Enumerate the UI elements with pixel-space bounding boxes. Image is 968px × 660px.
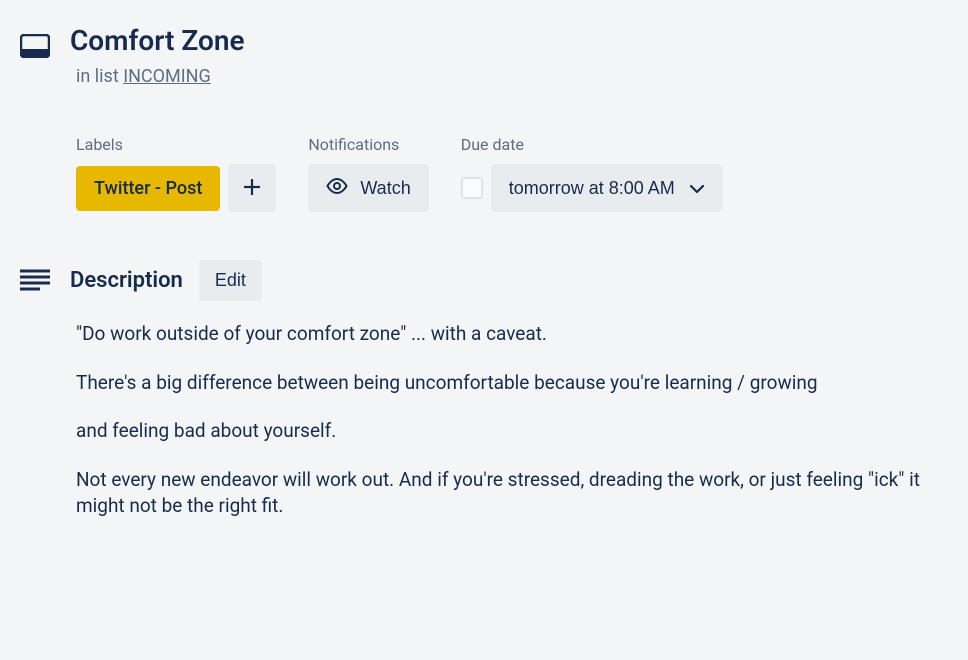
- label-chip[interactable]: Twitter - Post: [76, 166, 220, 211]
- notifications-heading: Notifications: [308, 135, 428, 154]
- due-date-button[interactable]: tomorrow at 8:00 AM: [491, 164, 723, 212]
- chevron-down-icon: [689, 178, 705, 199]
- description-paragraph: Not every new endeavor will work out. An…: [76, 467, 944, 520]
- add-label-button[interactable]: [228, 164, 276, 212]
- watch-button[interactable]: Watch: [308, 164, 428, 212]
- notifications-controls: Watch: [308, 164, 428, 212]
- watch-label: Watch: [360, 178, 410, 199]
- plus-icon: [242, 172, 262, 204]
- labels-controls: Twitter - Post: [76, 164, 276, 212]
- due-date-group: Due date tomorrow at 8:00 AM: [461, 135, 723, 212]
- edit-description-button[interactable]: Edit: [199, 260, 262, 301]
- labels-heading: Labels: [76, 135, 276, 154]
- list-link[interactable]: INCOMING: [123, 66, 211, 87]
- description-paragraph: There's a big difference between being u…: [76, 370, 944, 397]
- list-location: in list INCOMING: [76, 66, 944, 87]
- description-body[interactable]: "Do work outside of your comfort zone" .…: [76, 321, 944, 520]
- card-title[interactable]: Comfort Zone: [70, 24, 245, 57]
- description-heading: Description: [70, 268, 183, 293]
- description-header: Description Edit: [20, 260, 944, 301]
- description-paragraph: and feeling bad about yourself.: [76, 418, 944, 445]
- due-date-value: tomorrow at 8:00 AM: [509, 178, 675, 199]
- eye-icon: [326, 178, 348, 199]
- labels-group: Labels Twitter - Post: [76, 135, 276, 212]
- description-paragraph: "Do work outside of your comfort zone" .…: [76, 321, 944, 348]
- due-date-checkbox[interactable]: [461, 177, 483, 199]
- card-meta-row: Labels Twitter - Post Notifications: [76, 135, 944, 212]
- notifications-group: Notifications Watch: [308, 135, 428, 212]
- card-icon: [20, 34, 50, 62]
- card-header: Comfort Zone: [20, 24, 944, 62]
- due-date-controls: tomorrow at 8:00 AM: [461, 164, 723, 212]
- description-icon: [20, 269, 50, 295]
- list-prefix: in list: [76, 66, 123, 87]
- due-date-heading: Due date: [461, 135, 723, 154]
